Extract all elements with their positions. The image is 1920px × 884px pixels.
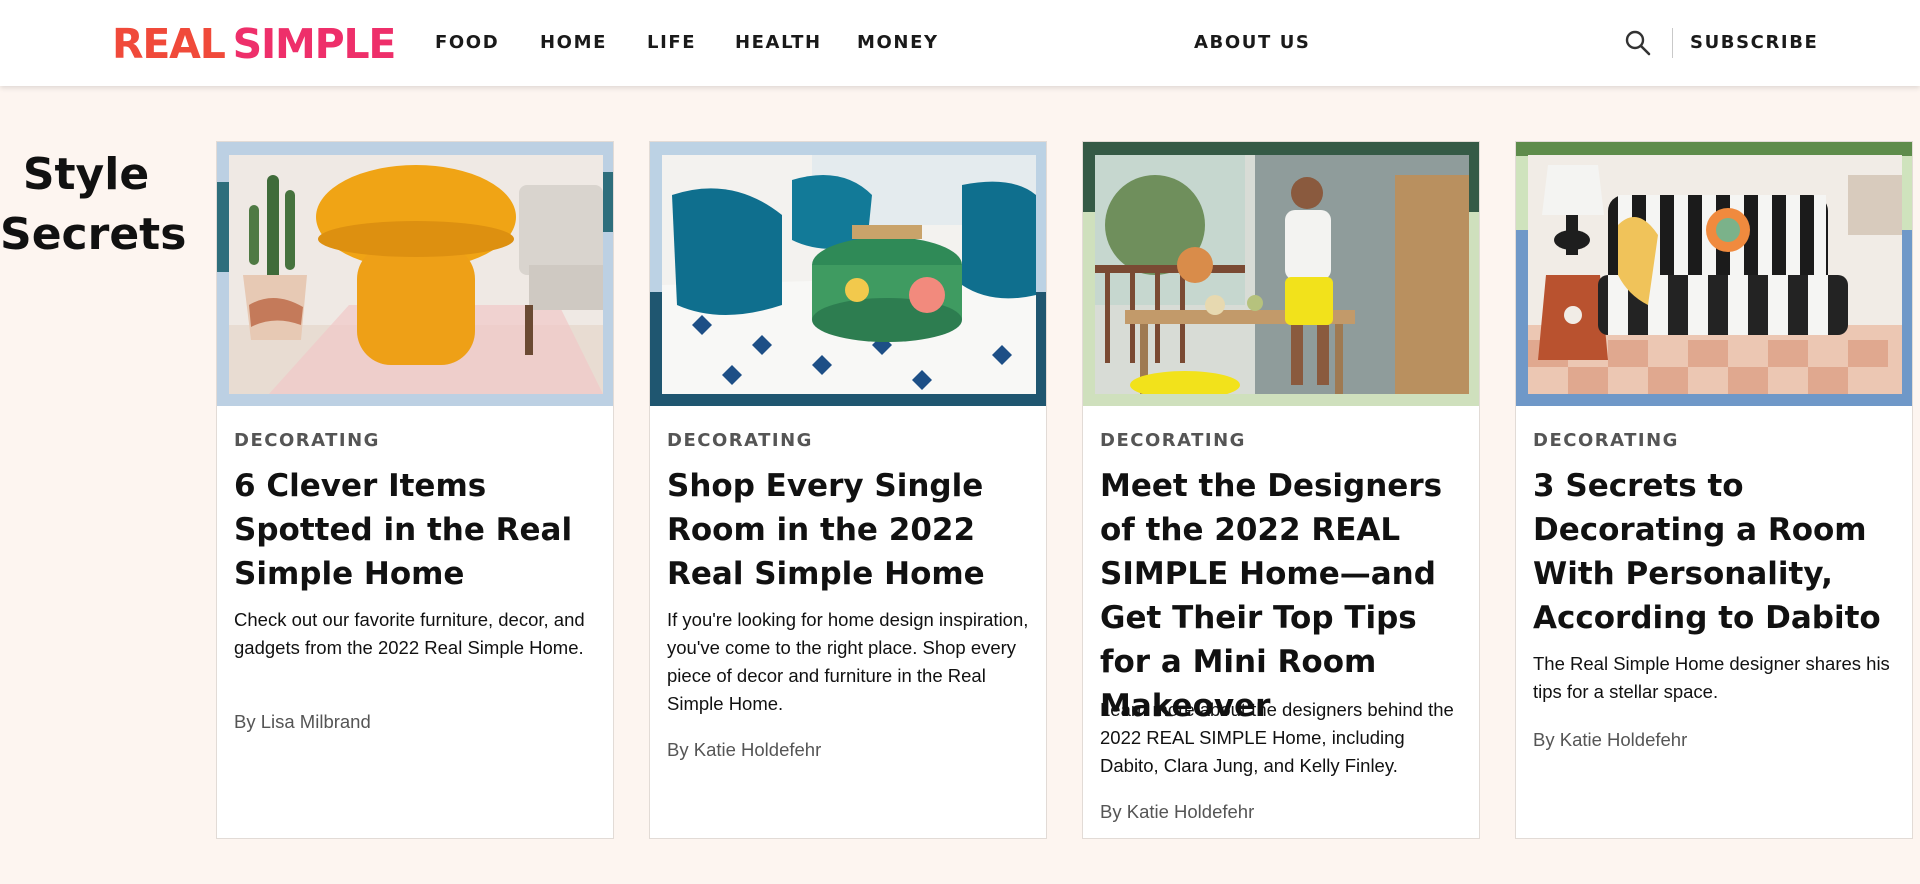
card-description: The Real Simple Home designer shares his…: [1533, 653, 1890, 702]
site-header: REAL SIMPLE FOOD HOME LIFE HEALTH MONEY A…: [0, 0, 1920, 86]
nav-item-life[interactable]: LIFE: [647, 30, 696, 56]
header-divider: [1672, 28, 1673, 58]
card-byline[interactable]: By Lisa Milbrand: [234, 708, 371, 736]
card-image: [662, 155, 1036, 394]
nav-item-about-us[interactable]: ABOUT US: [1194, 30, 1311, 56]
card-title[interactable]: Shop Every Single Room in the 2022 Real …: [667, 464, 1035, 596]
article-card[interactable]: DECORATING Shop Every Single Room in the…: [649, 141, 1047, 839]
card-category: DECORATING: [1100, 430, 1246, 451]
card-title[interactable]: 6 Clever Items Spotted in the Real Simpl…: [234, 464, 602, 596]
card-title[interactable]: Meet the Designers of the 2022 REAL SIMP…: [1100, 464, 1468, 728]
card-description: Learn more about the designers behind th…: [1100, 699, 1454, 776]
card-title[interactable]: 3 Secrets to Decorating a Room With Pers…: [1533, 464, 1901, 640]
section-title: Style Secrets: [0, 145, 187, 265]
card-byline[interactable]: By Katie Holdefehr: [1533, 726, 1687, 754]
card-category: DECORATING: [234, 430, 380, 451]
card-image: [1095, 155, 1469, 394]
logo-word-simple: SIMPLE: [232, 20, 397, 68]
card-image: [229, 155, 603, 394]
card-description: Check out our favorite furniture, decor,…: [234, 609, 585, 658]
nav-item-food[interactable]: FOOD: [435, 30, 499, 56]
card-category: DECORATING: [1533, 430, 1679, 451]
article-card[interactable]: DECORATING Meet the Designers of the 202…: [1082, 141, 1480, 839]
subscribe-link[interactable]: SUBSCRIBE: [1690, 30, 1818, 56]
article-card[interactable]: DECORATING 3 Secrets to Decorating a Roo…: [1515, 141, 1913, 839]
card-byline[interactable]: By Katie Holdefehr: [667, 736, 821, 764]
nav-item-money[interactable]: MONEY: [857, 30, 939, 56]
site-logo[interactable]: REAL SIMPLE: [112, 17, 397, 71]
search-icon[interactable]: [1624, 29, 1652, 57]
nav-item-home[interactable]: HOME: [540, 30, 607, 56]
card-image: [1528, 155, 1902, 394]
nav-item-health[interactable]: HEALTH: [735, 30, 822, 56]
section-title-line1: Style: [22, 149, 150, 200]
article-card[interactable]: DECORATING 6 Clever Items Spotted in the…: [216, 141, 614, 839]
card-byline[interactable]: By Katie Holdefehr: [1100, 798, 1254, 826]
card-category: DECORATING: [667, 430, 813, 451]
section-title-line2: Secrets: [0, 209, 187, 260]
logo-word-real: REAL: [112, 20, 226, 68]
card-description: If you're looking for home design inspir…: [667, 609, 1029, 714]
